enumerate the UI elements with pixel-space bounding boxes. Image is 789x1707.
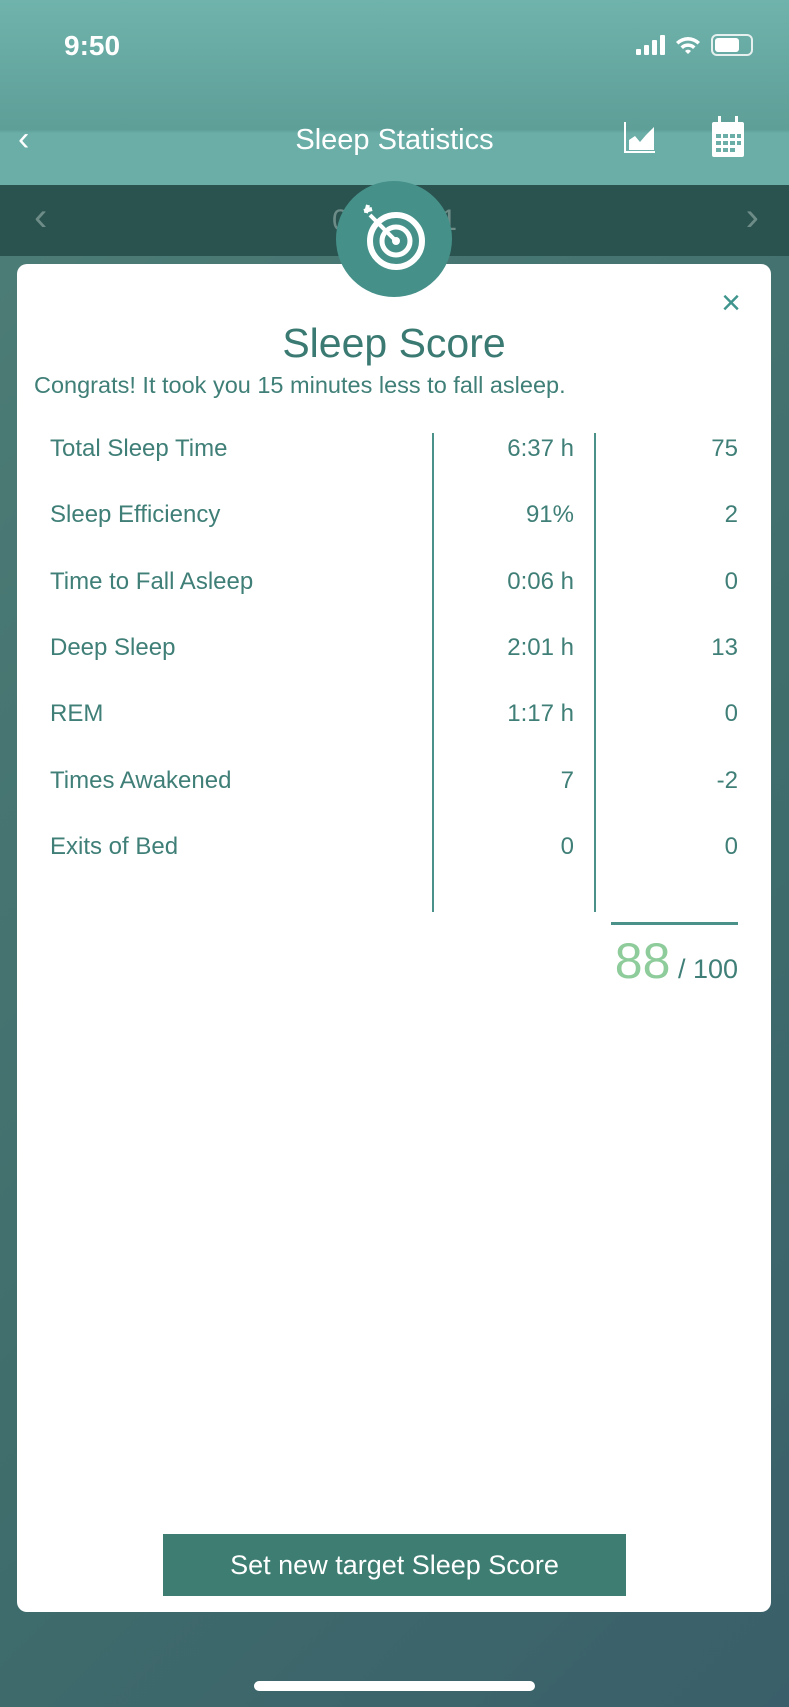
row-label: Exits of Bed	[50, 832, 179, 860]
row-label: Total Sleep Time	[50, 435, 228, 462]
score-row: Total Sleep Time 6:37 h 75	[17, 435, 771, 475]
column-divider	[594, 433, 596, 912]
signal-icon	[636, 35, 665, 55]
score-row: Time to Fall Asleep 0:06 h 0	[17, 568, 771, 608]
status-time: 9:50	[64, 30, 121, 61]
row-points: 0	[724, 567, 738, 595]
status-icons	[636, 34, 753, 56]
score-value: 88	[614, 933, 671, 989]
total-divider	[611, 922, 738, 925]
row-label: Sleep Efficiency	[50, 501, 221, 529]
score-row: Sleep Efficiency 91% 2	[17, 501, 771, 541]
row-value: 0:06 h	[507, 567, 574, 595]
score-row: Exits of Bed 0 0	[17, 833, 771, 873]
wifi-icon	[676, 37, 700, 54]
target-icon	[336, 181, 452, 297]
score-total: 88 / 100	[615, 932, 738, 990]
column-divider	[432, 433, 434, 912]
set-target-button[interactable]: Set new target Sleep Score	[163, 1534, 626, 1596]
row-points: 0	[724, 700, 738, 728]
row-value: 1:17 h	[507, 700, 574, 728]
score-max: / 100	[677, 954, 738, 984]
row-value: 7	[560, 766, 574, 794]
sleep-score-modal: × Sleep Score Congrats! It took you 15 m…	[17, 264, 771, 1612]
bar-chart-icon[interactable]	[623, 120, 657, 154]
home-indicator	[254, 1681, 535, 1691]
row-label: REM	[50, 700, 104, 728]
congrats-message: Congrats! It took you 15 minutes less to…	[34, 372, 566, 398]
row-label: Deep Sleep	[50, 633, 176, 661]
score-row: REM 1:17 h 0	[17, 700, 771, 740]
row-value: 2:01 h	[507, 633, 574, 661]
row-points: -2	[716, 766, 738, 794]
row-label: Times Awakened	[50, 766, 232, 794]
row-points: 2	[724, 501, 738, 529]
row-value: 0	[560, 832, 574, 860]
page-title: Sleep Statistics	[295, 124, 494, 156]
calendar-icon[interactable]	[711, 116, 745, 158]
row-points: 13	[711, 633, 738, 661]
row-label: Time to Fall Asleep	[50, 567, 254, 595]
row-value: 91%	[525, 501, 574, 529]
row-points: 75	[711, 435, 738, 462]
battery-icon	[711, 34, 753, 56]
row-value: 6:37 h	[507, 435, 574, 462]
nav-bar: 9:50 ‹ Sleep Statistics	[0, 0, 789, 185]
score-row: Deep Sleep 2:01 h 13	[17, 634, 771, 674]
modal-title: Sleep Score	[282, 320, 506, 366]
next-date-button[interactable]: ›	[746, 195, 759, 240]
row-points: 0	[724, 832, 738, 860]
close-button[interactable]: ×	[721, 284, 741, 323]
score-row: Times Awakened 7 -2	[17, 767, 771, 807]
